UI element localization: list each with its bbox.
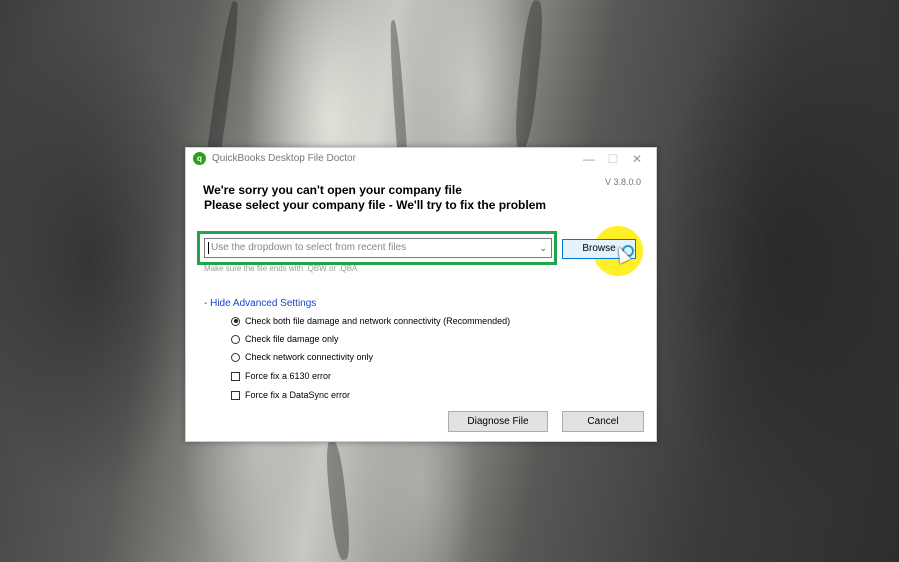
background-rock-shadow — [323, 439, 353, 561]
radio-selected[interactable] — [231, 316, 240, 326]
cancel-button[interactable]: Cancel — [562, 411, 644, 432]
quickbooks-logo-icon: q — [193, 152, 206, 165]
title-bar[interactable]: q QuickBooks Desktop File Doctor — ☐ ✕ — [186, 148, 656, 170]
minimize-icon[interactable]: — — [576, 150, 602, 168]
instruction-headline: Please select your company file - We'll … — [204, 198, 547, 212]
checkbox[interactable] — [231, 371, 240, 381]
company-file-dropdown[interactable]: Use the dropdown to select from recent f… — [204, 238, 552, 258]
dropdown-placeholder: Use the dropdown to select from recent f… — [211, 242, 407, 253]
radio[interactable] — [231, 352, 240, 362]
option-label: Check network connectivity only — [245, 352, 374, 362]
checkbox[interactable] — [231, 390, 240, 400]
maximize-icon[interactable]: ☐ — [600, 150, 626, 168]
option-label: Check both file damage and network conne… — [245, 316, 511, 326]
error-headline: We're sorry you can't open your company … — [203, 183, 462, 197]
option-label: Force fix a DataSync error — [245, 390, 351, 400]
file-doctor-window: q QuickBooks Desktop File Doctor — ☐ ✕ V… — [185, 147, 657, 442]
option-force-fix-datasync[interactable]: Force fix a DataSync error — [231, 390, 350, 400]
diagnose-file-button[interactable]: Diagnose File — [448, 411, 548, 432]
option-label: Force fix a 6130 error — [245, 371, 332, 381]
option-network-only[interactable]: Check network connectivity only — [231, 352, 373, 362]
option-label: Check file damage only — [245, 334, 339, 344]
window-title: QuickBooks Desktop File Doctor — [212, 153, 356, 164]
option-check-both[interactable]: Check both file damage and network conne… — [231, 316, 510, 326]
option-force-fix-6130[interactable]: Force fix a 6130 error — [231, 371, 331, 381]
file-extension-hint: Make sure the file ends with .QBW or .QB… — [204, 264, 358, 273]
background-rock-shadow — [512, 0, 546, 151]
radio[interactable] — [231, 334, 240, 344]
option-file-damage-only[interactable]: Check file damage only — [231, 334, 339, 344]
version-label: V 3.8.0.0 — [604, 177, 641, 187]
hide-advanced-settings-link[interactable]: - Hide Advanced Settings — [204, 298, 316, 309]
chevron-down-icon[interactable]: ⌄ — [539, 239, 547, 257]
text-caret — [208, 242, 209, 254]
close-icon[interactable]: ✕ — [624, 150, 650, 168]
